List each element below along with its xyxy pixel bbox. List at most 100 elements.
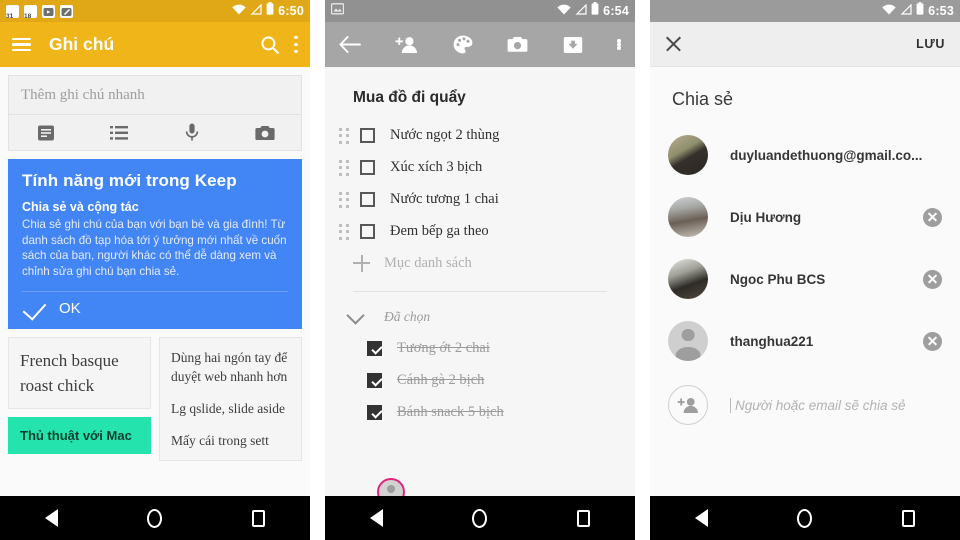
battery-icon — [591, 2, 599, 20]
checklist-item[interactable]: Bánh snack 5 bịch — [367, 396, 621, 428]
checkbox[interactable] — [360, 159, 375, 175]
share-heading: Chia sẻ — [672, 89, 734, 109]
quick-note-toolbar — [9, 115, 301, 150]
promo-ok-button[interactable]: OK — [22, 296, 288, 322]
nav-recents-button[interactable] — [902, 509, 916, 527]
checklist-item-label: Nước ngọt 2 thùng — [390, 126, 500, 143]
drag-handle-icon[interactable] — [339, 127, 352, 144]
checkbox[interactable] — [367, 404, 382, 420]
person-name: Dịu Hương — [730, 209, 802, 225]
note-card[interactable]: Dùng hai ngón tay để duyệt web nhanh hơn… — [159, 337, 302, 462]
nav-home-button[interactable] — [147, 508, 163, 528]
person-row[interactable]: Dịu Hương — [668, 186, 942, 248]
panel-note-checklist: 6:54 Mua đồ đi quẩy Nước ngọt 2 thùng Xú… — [325, 0, 635, 540]
nav-back-button[interactable] — [44, 509, 58, 527]
app-bar — [325, 22, 635, 67]
chevron-down-icon — [346, 305, 365, 325]
checklist-item[interactable]: Đem bếp ga theo — [339, 215, 621, 247]
note-content: Mua đồ đi quẩy Nước ngọt 2 thùng Xúc xíc… — [325, 67, 635, 540]
kebab-icon[interactable] — [294, 35, 298, 54]
person-row[interactable]: thanghua221 — [668, 310, 942, 372]
checklist-item[interactable]: Nước tương 1 chai — [339, 183, 621, 215]
camera-icon[interactable] — [507, 36, 528, 53]
list-icon[interactable] — [82, 125, 155, 141]
checkbox[interactable] — [360, 127, 375, 143]
status-bar: 31 18 6:50 — [0, 0, 310, 22]
add-person-input[interactable]: Người hoặc email sẽ chia sẻ — [730, 397, 906, 413]
microphone-icon[interactable] — [155, 123, 228, 142]
nav-recents-button[interactable] — [577, 509, 591, 527]
add-person-icon[interactable] — [395, 36, 418, 54]
checkbox[interactable] — [360, 191, 375, 207]
checked-section-toggle[interactable]: Đã chọn — [339, 302, 621, 332]
panel-gap — [635, 0, 650, 540]
status-time: 6:53 — [928, 4, 954, 18]
app-bar: LƯU — [650, 22, 960, 67]
remove-person-icon[interactable] — [923, 269, 942, 289]
add-list-item-row[interactable]: Mục danh sách — [339, 247, 621, 279]
checklist-item[interactable]: Tương ớt 2 chai — [367, 332, 621, 364]
person-name: thanghua221 — [730, 333, 814, 349]
person-name: duyluandethuong@gmail.co... — [730, 147, 923, 163]
checklist-item-label: Tương ớt 2 chai — [397, 339, 490, 356]
promo-body: Chia sẻ ghi chú của bạn với bạn bè và gi… — [22, 218, 287, 278]
battery-icon — [916, 2, 924, 20]
promo-ok-label: OK — [59, 300, 81, 318]
checklist-item-label: Cánh gà 2 bịch — [397, 371, 485, 388]
page-title: Ghi chú — [49, 34, 115, 54]
drag-handle-icon[interactable] — [339, 159, 352, 176]
system-nav-bar — [0, 496, 310, 540]
status-bar: 6:54 — [325, 0, 635, 22]
divider — [22, 291, 288, 293]
person-row[interactable]: Ngoc Phu BCS — [668, 248, 942, 310]
divider — [353, 291, 607, 292]
person-row[interactable]: duyluandethuong@gmail.co... — [668, 124, 942, 186]
remove-person-icon[interactable] — [923, 207, 942, 227]
close-icon[interactable] — [665, 36, 682, 53]
promo-card[interactable]: Tính năng mới trong Keep Chia sẻ và cộng… — [8, 159, 302, 330]
back-arrow-icon[interactable] — [339, 36, 361, 53]
note-icon[interactable] — [9, 124, 82, 142]
add-person-row[interactable]: Người hoặc email sẽ chia sẻ — [668, 376, 942, 434]
promo-title: Tính năng mới trong Keep — [22, 171, 237, 190]
nav-recents-button[interactable] — [252, 509, 266, 527]
avatar — [668, 197, 708, 237]
kebab-icon[interactable] — [617, 36, 621, 54]
search-icon[interactable] — [260, 35, 280, 55]
status-bar: 6:53 — [650, 0, 960, 22]
checklist-item[interactable]: Xúc xích 3 bịch — [339, 151, 621, 183]
quick-note-input[interactable]: Thêm ghi chú nhanh — [9, 76, 301, 115]
checklist-item[interactable]: Nước ngọt 2 thùng — [339, 119, 621, 151]
nav-back-button[interactable] — [369, 509, 383, 527]
app-bar: Ghi chú — [0, 22, 310, 67]
notes-grid: French basque roast chick Thủ thuật với … — [8, 337, 302, 462]
checkbox[interactable] — [360, 223, 375, 239]
hamburger-icon[interactable] — [12, 37, 31, 52]
checkbox[interactable] — [367, 372, 382, 388]
share-content: Chia sẻ duyluandethuong@gmail.co... Dịu … — [650, 67, 960, 540]
calendar-31-icon: 31 — [6, 4, 19, 18]
note-card[interactable]: Thủ thuật với Mac — [8, 417, 151, 455]
drag-handle-icon[interactable] — [339, 191, 352, 208]
signal-icon — [250, 2, 262, 20]
save-button[interactable]: LƯU — [916, 37, 945, 51]
wifi-icon — [882, 2, 896, 20]
archive-icon[interactable] — [563, 36, 583, 54]
checkbox[interactable] — [367, 340, 382, 356]
nav-home-button[interactable] — [472, 508, 488, 528]
camera-icon[interactable] — [228, 125, 301, 141]
nav-back-button[interactable] — [694, 509, 708, 527]
notes-column-left: French basque roast chick Thủ thuật với … — [8, 337, 151, 461]
note-card[interactable]: French basque roast chick — [8, 337, 151, 410]
palette-icon[interactable] — [453, 35, 473, 54]
remove-person-icon[interactable] — [923, 331, 942, 351]
signal-icon — [575, 2, 587, 20]
drag-handle-icon[interactable] — [339, 223, 352, 240]
nav-home-button[interactable] — [797, 508, 813, 528]
note-line: Dùng hai ngón tay để duyệt web nhanh hơn — [171, 350, 288, 385]
note-title: Mua đồ đi quẩy — [353, 89, 466, 106]
add-person-icon — [668, 385, 708, 425]
checklist-item[interactable]: Cánh gà 2 bịch — [367, 364, 621, 396]
signal-icon — [900, 2, 912, 20]
app-icon-1 — [42, 4, 55, 18]
